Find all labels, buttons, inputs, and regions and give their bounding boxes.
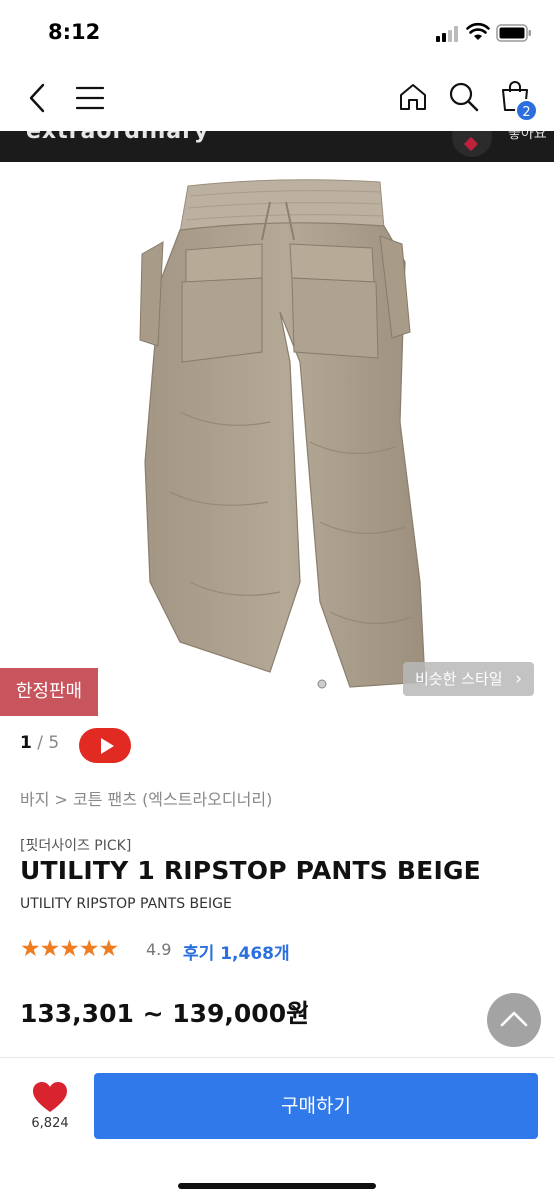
- pick-label: [핏더사이즈 PICK]: [20, 838, 132, 854]
- pants-image: [139, 179, 426, 689]
- menu-icon[interactable]: [76, 85, 104, 111]
- brand-name: extraordinary: [26, 131, 210, 144]
- bottom-divider: [0, 1057, 554, 1058]
- search-icon[interactable]: [448, 81, 480, 113]
- price-range[interactable]: 133,301 ~ 139,000원: [20, 994, 309, 1030]
- review-count-link[interactable]: 후기 1,468개: [183, 939, 290, 964]
- image-pager: 1 / 5: [20, 733, 59, 753]
- status-time: 8:12: [48, 20, 101, 44]
- cart-count-badge: 2: [515, 99, 538, 122]
- pager-current: 1: [20, 733, 32, 753]
- chevron-up-icon: [500, 1011, 528, 1027]
- home-icon[interactable]: [398, 82, 428, 112]
- brand-strip[interactable]: extraordinary 좋아요: [0, 131, 554, 162]
- product-title: UTILITY 1 RIPSTOP PANTS BEIGE: [20, 856, 481, 885]
- chevron-down-icon[interactable]: [290, 1003, 310, 1017]
- product-subtitle: UTILITY RIPSTOP PANTS BEIGE: [20, 896, 232, 912]
- pager-separator: /: [37, 733, 43, 753]
- brand-like-icon[interactable]: [452, 131, 492, 157]
- top-nav-bar: [0, 64, 554, 132]
- status-bar: 8:12: [0, 0, 554, 64]
- scroll-to-top-button[interactable]: [487, 993, 541, 1047]
- brand-like-label: 좋아요: [508, 131, 547, 142]
- battery-icon: [496, 24, 531, 42]
- limited-sale-badge: 한정판매: [0, 668, 98, 716]
- play-icon[interactable]: [79, 728, 131, 763]
- back-icon[interactable]: [26, 83, 48, 113]
- product-image[interactable]: [0, 162, 554, 718]
- similar-style-button[interactable]: 비슷한 스타일 ›: [403, 662, 534, 696]
- wifi-icon: [466, 22, 490, 40]
- rating-stars: ★★★★★: [20, 936, 119, 962]
- similar-style-label: 비슷한 스타일: [415, 670, 503, 688]
- home-indicator: [178, 1183, 376, 1189]
- chevron-right-icon: ›: [515, 669, 522, 689]
- heart-icon[interactable]: [31, 1080, 69, 1114]
- buy-button[interactable]: 구매하기: [94, 1073, 538, 1139]
- rating-score: 4.9: [146, 940, 172, 959]
- pager-total: 5: [48, 733, 60, 753]
- signal-icon: [436, 26, 462, 42]
- breadcrumb[interactable]: 바지 > 코튼 팬츠 (엑스트라오디너리): [20, 786, 272, 810]
- like-count: 6,824: [31, 1116, 69, 1131]
